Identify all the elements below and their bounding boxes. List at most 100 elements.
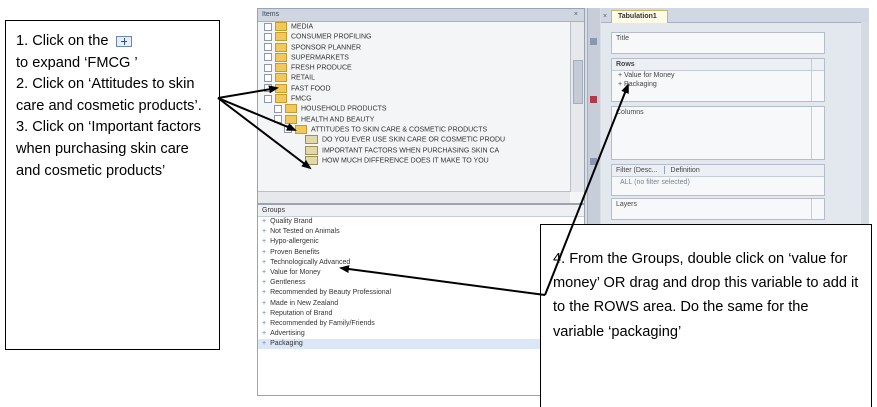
tree-item[interactable]: HOUSEHOLD PRODUCTS: [258, 104, 570, 114]
scrollbar-thumb[interactable]: [573, 60, 583, 104]
tree-item[interactable]: IMPORTANT FACTORS WHEN PURCHASING SKIN C…: [258, 145, 570, 156]
tree-item-label: HOW MUCH DIFFERENCE DOES IT MAKE TO YOU: [322, 157, 489, 165]
group-item-label: Recommended by Family/Friends: [270, 319, 375, 327]
row-variable-label: Packaging: [624, 81, 657, 88]
group-bullet-icon: +: [262, 299, 267, 307]
group-item[interactable]: + Hypo-allergenic: [258, 237, 584, 247]
group-item[interactable]: + Packaging: [258, 339, 584, 350]
close-icon[interactable]: ×: [603, 11, 607, 23]
toolbar-icon[interactable]: [590, 38, 597, 45]
step-3: 3. Click on ‘Important factors when purc…: [16, 119, 201, 179]
folder-icon: [285, 104, 297, 114]
tree-item[interactable]: DO YOU EVER USE SKIN CARE OR COSMETIC PR…: [258, 135, 570, 145]
divider: [811, 107, 812, 159]
expand-toggle-icon[interactable]: [274, 115, 282, 124]
group-item-label: Hypo-allergenic: [270, 238, 319, 246]
tree-item-label: FMCG: [291, 95, 312, 103]
variable-icon: [305, 135, 318, 145]
tree-item[interactable]: MEDIA: [258, 22, 570, 32]
close-icon[interactable]: ×: [574, 9, 578, 21]
group-bullet-icon: +: [262, 289, 267, 297]
group-bullet-icon: +: [262, 258, 267, 266]
tree-item[interactable]: HOW MUCH DIFFERENCE DOES IT MAKE TO YOU: [258, 155, 570, 166]
tree-item[interactable]: RETAIL: [258, 73, 570, 83]
tree-item-label: CONSUMER PROFILING: [291, 33, 372, 41]
group-item-label: Made in New Zealand: [270, 299, 339, 307]
tree-item-label: DO YOU EVER USE SKIN CARE OR COSMETIC PR…: [322, 136, 506, 144]
expand-toggle-icon[interactable]: [264, 73, 272, 82]
folder-icon: [275, 52, 287, 62]
toolbar-icon[interactable]: [590, 96, 597, 103]
group-item[interactable]: + Value for Money: [258, 268, 584, 278]
items-tree-panel: Items × MEDIA CONSUMER PROFILING SPONSOR P…: [257, 8, 585, 204]
horizontal-scrollbar[interactable]: [258, 191, 570, 203]
tree-item[interactable]: FAST FOOD: [258, 83, 570, 94]
group-item[interactable]: + Made in New Zealand: [258, 299, 584, 309]
tree-item-label: IMPORTANT FACTORS WHEN PURCHASING SKIN C…: [322, 146, 500, 154]
group-item[interactable]: + Not Tested on Animals: [258, 227, 584, 237]
tab-label: Tabulation1: [618, 13, 657, 20]
toolbar-icon[interactable]: [590, 158, 597, 165]
row-variable[interactable]: + Packaging: [612, 80, 824, 89]
group-item[interactable]: + Recommended by Beauty Professional: [258, 288, 584, 298]
expand-toggle-icon[interactable]: [264, 22, 272, 31]
group-item[interactable]: + Recommended by Family/Friends: [258, 319, 584, 329]
group-bullet-icon: +: [262, 279, 267, 287]
expand-toggle-icon[interactable]: [264, 43, 272, 52]
tree-item-label: HEALTH AND BEAUTY: [301, 116, 375, 124]
tree-item[interactable]: FRESH PRODUCE: [258, 63, 570, 73]
tree-item[interactable]: CONSUMER PROFILING: [258, 32, 570, 42]
group-item[interactable]: + Technologically Advanced: [258, 258, 584, 268]
expand-toggle-icon[interactable]: [264, 32, 272, 41]
step-2: 2. Click on ‘Attitudes to skin care and …: [16, 76, 202, 114]
row-variable[interactable]: + Value for Money: [612, 71, 824, 80]
tree-item-label: RETAIL: [291, 74, 315, 82]
tree-item-label: SPONSOR PLANNER: [291, 43, 362, 51]
group-bullet-icon: +: [262, 309, 267, 317]
folder-icon: [285, 114, 297, 124]
filter-header: Filter (Desc... Definition: [612, 165, 824, 177]
group-item-label: Gentleness: [270, 279, 306, 287]
variable-icon: [305, 145, 318, 155]
tree-item-label: SUPERMARKETS: [291, 54, 349, 62]
columns-drop-area[interactable]: Columns: [611, 106, 825, 160]
expand-toggle-icon[interactable]: [264, 63, 272, 72]
tree-item-label: MEDIA: [291, 23, 314, 31]
expand-toggle-icon[interactable]: [274, 104, 282, 113]
expand-toggle-icon[interactable]: [264, 53, 272, 62]
rows-drop-area[interactable]: Rows + Value for Money + Packaging: [611, 58, 825, 102]
title-box[interactable]: Title: [611, 32, 825, 54]
tree-item[interactable]: SUPERMARKETS: [258, 52, 570, 63]
expand-toggle-icon[interactable]: [284, 125, 292, 134]
group-item-label: Packaging: [270, 340, 303, 348]
group-item[interactable]: + Advertising: [258, 329, 584, 339]
variable-icon: [305, 155, 318, 165]
tree-panel-title: Items ×: [258, 9, 584, 22]
expand-toggle-icon[interactable]: [264, 84, 272, 93]
group-item[interactable]: + Proven Benefits: [258, 248, 584, 258]
instructions-callout-step-4: 4. From the Groups, double click on ‘val…: [540, 224, 872, 407]
tab-tabulation1[interactable]: × Tabulation1: [603, 10, 668, 23]
vertical-scrollbar[interactable]: [570, 22, 584, 192]
group-item[interactable]: + Quality Brand: [258, 217, 584, 227]
group-bullet-icon: +: [262, 319, 267, 327]
step-4: 4. From the Groups, double click on ‘val…: [553, 251, 859, 340]
group-bullet-icon: +: [262, 228, 267, 236]
tree-item[interactable]: FMCG: [258, 94, 570, 104]
filter-area[interactable]: Filter (Desc... Definition ALL (no filte…: [611, 164, 825, 196]
tree-item[interactable]: ATTITUDES TO SKIN CARE & COSMETIC PRODUC…: [258, 124, 570, 135]
tree-item[interactable]: SPONSOR PLANNER: [258, 42, 570, 53]
layers-drop-area[interactable]: Layers: [611, 198, 825, 220]
filter-label: Filter (Desc...: [616, 167, 658, 174]
folder-icon: [275, 42, 287, 52]
folder-icon: [275, 32, 287, 42]
layers-label: Layers: [616, 201, 638, 208]
group-bullet-icon: +: [262, 218, 267, 225]
divider: [811, 59, 812, 101]
tree-item[interactable]: HEALTH AND BEAUTY: [258, 114, 570, 125]
expand-toggle-icon[interactable]: [264, 94, 272, 103]
group-item[interactable]: + Gentleness: [258, 278, 584, 288]
group-item-label: Technologically Advanced: [270, 258, 351, 266]
group-item[interactable]: + Reputation of Brand: [258, 309, 584, 319]
tab-strip: × Tabulation1: [601, 8, 869, 23]
